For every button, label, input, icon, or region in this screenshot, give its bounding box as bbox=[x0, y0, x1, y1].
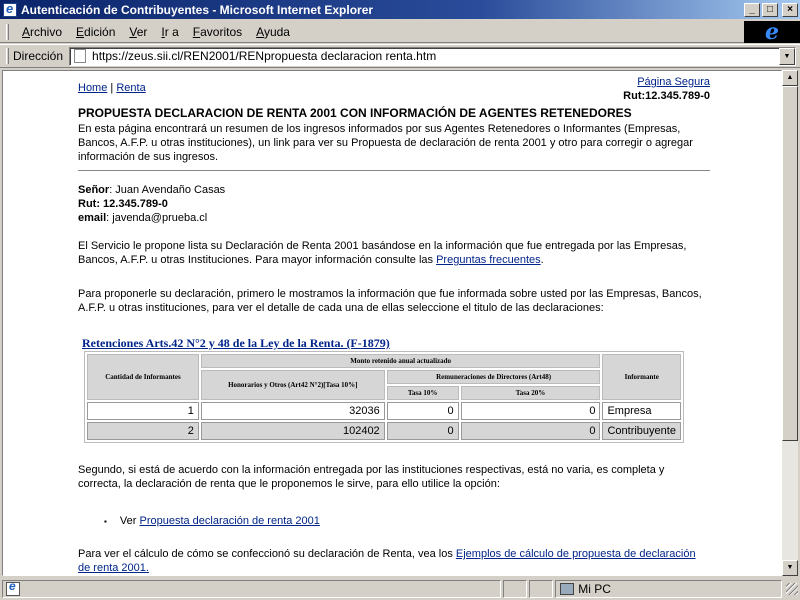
info-end: . bbox=[540, 254, 544, 266]
menu-label: er bbox=[136, 24, 148, 39]
pagina-segura-link[interactable]: Página Segura bbox=[637, 76, 710, 88]
renta-link[interactable]: Renta bbox=[116, 82, 145, 94]
cell-tasa10: 0 bbox=[386, 402, 459, 420]
cell-tasa10: 0 bbox=[386, 422, 459, 440]
menu-accel: A bbox=[256, 24, 264, 39]
cell-honorarios: 32036 bbox=[200, 402, 385, 420]
menu-label: r a bbox=[164, 24, 179, 39]
calculo-paragraph: Para ver el cálculo de cómo se confeccio… bbox=[78, 547, 710, 575]
status-bar: Mi PC bbox=[0, 578, 800, 600]
menu-ir-a[interactable]: Ir a bbox=[154, 25, 185, 39]
page-icon bbox=[74, 49, 87, 63]
cell-honorarios: 102402 bbox=[200, 422, 385, 440]
email-label: email bbox=[78, 212, 107, 224]
senor-label: Señor bbox=[78, 184, 110, 196]
cell-tasa20: 0 bbox=[460, 402, 601, 420]
window-controls: _ □ × bbox=[744, 2, 798, 17]
bullet-prefix: Ver bbox=[119, 515, 140, 527]
table-row: 1 32036 0 0 Empresa bbox=[87, 402, 681, 420]
page-title: PROPUESTA DECLARACION DE RENTA 2001 CON … bbox=[78, 106, 632, 120]
ie-logo-icon: e bbox=[765, 19, 779, 45]
cell-informante: Contribuyente bbox=[602, 422, 681, 440]
title-bar: Autenticación de Contribuyentes - Micros… bbox=[0, 0, 800, 19]
menu-label: yuda bbox=[263, 24, 290, 39]
header-tasa10: Tasa 10% bbox=[386, 386, 459, 400]
propuesta-link[interactable]: Propuesta declaración de renta 2001 bbox=[139, 515, 319, 527]
address-url[interactable]: https://zeus.sii.cl/REN2001/RENpropuesta… bbox=[92, 49, 436, 63]
list-item: Ver Propuesta declaración de renta 2001 bbox=[104, 515, 320, 527]
faq-link[interactable]: Preguntas frecuentes bbox=[436, 254, 541, 266]
menu-label: dición bbox=[84, 24, 116, 39]
user-info: Señor: Juan Avendaño Casas Rut: 12.345.7… bbox=[78, 183, 225, 225]
menu-ver[interactable]: Ver bbox=[122, 25, 154, 39]
header-informante: Informante bbox=[602, 354, 681, 400]
calculo-text: Para ver el cálculo de cómo se confeccio… bbox=[78, 548, 456, 560]
menu-grip[interactable] bbox=[6, 23, 9, 40]
info-paragraph: El Servicio le propone lista su Declarac… bbox=[78, 239, 710, 267]
ie-throbber: e bbox=[744, 21, 800, 43]
menu-bar: Archivo Edición Ver Ir a Favoritos Ayuda… bbox=[0, 21, 800, 43]
header-honorarios: Honorarios y Otros (Art42 N°2)[Tasa 10%] bbox=[200, 370, 385, 400]
table-row: 2 102402 0 0 Contribuyente bbox=[87, 422, 681, 440]
header-remuneraciones: Remuneraciones de Directores (Art48) bbox=[386, 370, 601, 384]
address-input[interactable]: https://zeus.sii.cl/REN2001/RENpropuesta… bbox=[69, 46, 796, 66]
intro-text: En esta página encontrará un resumen de … bbox=[78, 123, 693, 163]
status-pane bbox=[503, 580, 528, 598]
breadcrumb-separator: | bbox=[110, 82, 114, 94]
senor-value: : Juan Avendaño Casas bbox=[109, 184, 226, 196]
divider bbox=[78, 170, 710, 171]
cell-informante: Empresa bbox=[602, 402, 681, 420]
home-link[interactable]: Home bbox=[78, 82, 107, 94]
menu-edicion[interactable]: Edición bbox=[69, 25, 122, 39]
vertical-scrollbar[interactable]: ▲ ▼ bbox=[782, 70, 798, 576]
secure-info: Página Segura Rut:12.345.789-0 bbox=[623, 75, 710, 103]
cell-cantidad: 1 bbox=[87, 402, 199, 420]
menu-ayuda[interactable]: Ayuda bbox=[249, 25, 297, 39]
menu-accel: E bbox=[76, 24, 85, 39]
status-zone: Mi PC bbox=[555, 580, 783, 598]
computer-icon bbox=[560, 583, 575, 595]
header-tasa20: Tasa 20% bbox=[460, 386, 601, 400]
resize-grip[interactable] bbox=[786, 583, 798, 595]
address-bar: Dirección https://zeus.sii.cl/REN2001/RE… bbox=[0, 44, 800, 68]
info-text: El Servicio le propone lista su Declarac… bbox=[78, 240, 687, 266]
close-button[interactable]: × bbox=[782, 2, 798, 17]
menu-label: avoritos bbox=[200, 24, 243, 39]
rut-value: : 12.345.789-0 bbox=[96, 198, 168, 210]
menu-archivo[interactable]: Archivo bbox=[15, 25, 69, 39]
agreement-paragraph: Segundo, si está de acuerdo con la infor… bbox=[78, 464, 665, 490]
header-cantidad: Cantidad de Informantes bbox=[87, 354, 199, 400]
rut-top: Rut:12.345.789-0 bbox=[623, 90, 710, 102]
scroll-down-icon[interactable]: ▼ bbox=[782, 560, 798, 576]
menu-accel: V bbox=[129, 24, 137, 39]
cell-cantidad: 2 bbox=[87, 422, 199, 440]
status-pane bbox=[529, 580, 554, 598]
scroll-up-icon[interactable]: ▲ bbox=[782, 70, 798, 86]
retenciones-title-link[interactable]: Retenciones Arts.42 N°2 y 48 de la Ley d… bbox=[82, 336, 390, 351]
instructions-paragraph: Para proponerle su declaración, primero … bbox=[78, 288, 702, 314]
maximize-button[interactable]: □ bbox=[762, 2, 778, 17]
header-monto: Monto retenido anual actualizado bbox=[200, 354, 601, 368]
address-dropdown-icon[interactable]: ▼ bbox=[779, 47, 795, 65]
email-value: : javenda@prueba.cl bbox=[106, 212, 208, 224]
retenciones-table: Cantidad de Informantes Monto retenido a… bbox=[84, 351, 684, 443]
ie-app-icon[interactable] bbox=[3, 1, 17, 17]
menu-accel: A bbox=[22, 24, 31, 39]
address-label: Dirección bbox=[13, 49, 64, 63]
address-grip[interactable] bbox=[6, 48, 9, 64]
content-viewport: Home | Renta Página Segura Rut:12.345.78… bbox=[2, 70, 782, 576]
page-status-icon bbox=[6, 579, 20, 596]
menu-label: rchivo bbox=[30, 24, 63, 39]
window-title: Autenticación de Contribuyentes - Micros… bbox=[21, 2, 374, 17]
cell-tasa20: 0 bbox=[460, 422, 601, 440]
zone-label: Mi PC bbox=[578, 582, 611, 596]
menu-favoritos[interactable]: Favoritos bbox=[186, 25, 249, 39]
minimize-button[interactable]: _ bbox=[744, 2, 760, 17]
scroll-thumb[interactable] bbox=[782, 86, 798, 441]
rut-label: Rut bbox=[78, 198, 97, 210]
status-main bbox=[2, 579, 502, 598]
breadcrumb: Home | Renta bbox=[78, 82, 146, 94]
